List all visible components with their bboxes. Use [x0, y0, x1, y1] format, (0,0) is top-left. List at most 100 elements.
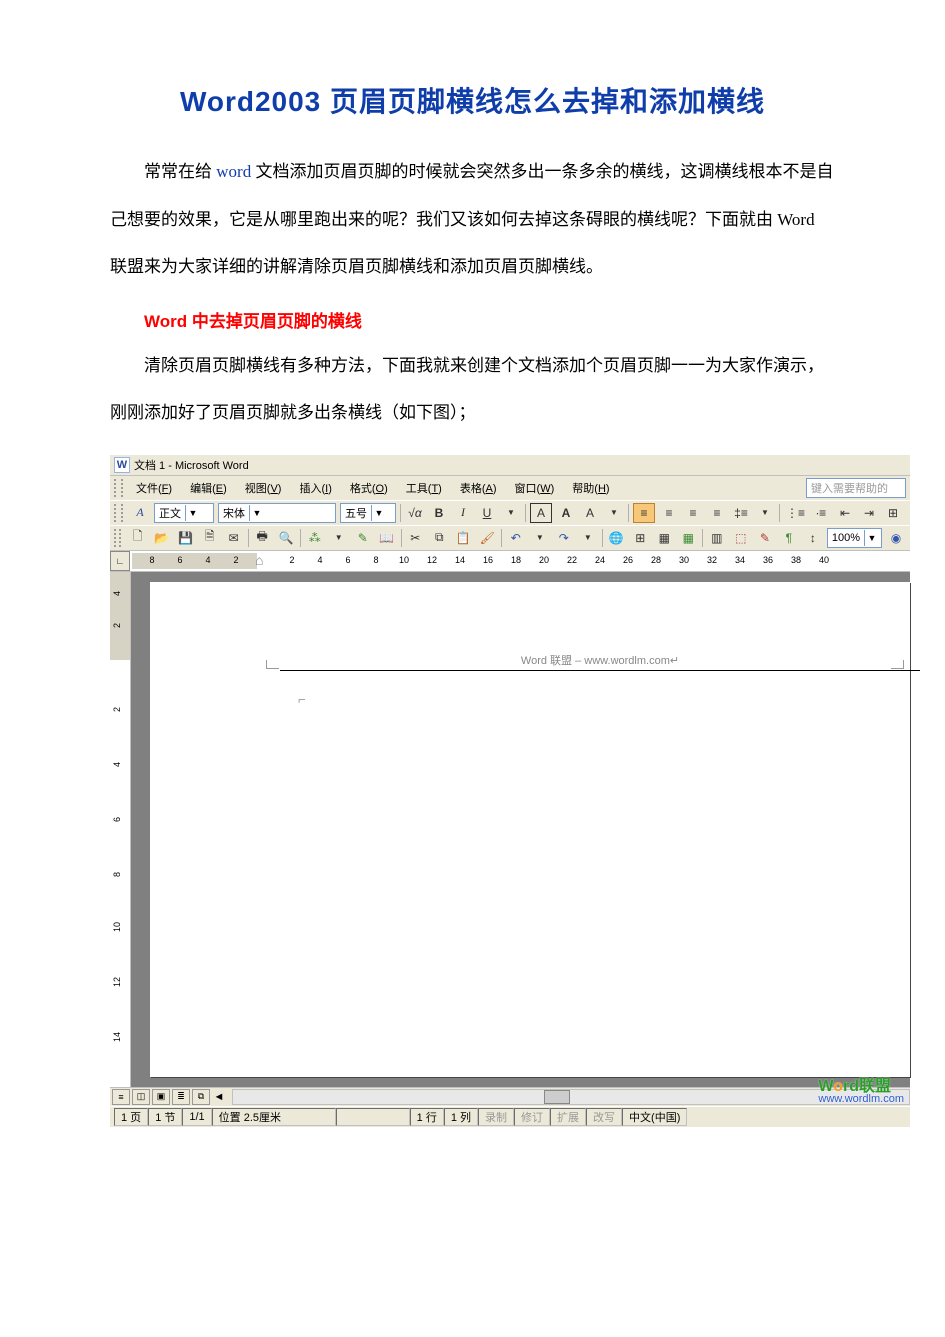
toolbar-grip[interactable]: [114, 504, 123, 522]
open-icon[interactable]: 📂: [152, 529, 172, 547]
chevron-down-icon[interactable]: ▼: [530, 529, 550, 547]
print-preview-icon[interactable]: 🔍: [276, 529, 296, 547]
ruler-tick: 8: [373, 555, 378, 565]
separator: [501, 529, 502, 547]
header-bracket-right: [891, 660, 904, 669]
format-painter-icon[interactable]: 🖌: [477, 529, 497, 547]
font-dropdown[interactable]: 宋体 ▼: [218, 503, 336, 523]
menu-insert[interactable]: 插入(I): [291, 478, 339, 498]
styles-pane-icon[interactable]: A: [130, 504, 150, 522]
help-search-box[interactable]: 键入需要帮助的: [806, 478, 906, 498]
help-icon[interactable]: ◉: [886, 529, 906, 547]
increase-indent-button[interactable]: ⇥: [859, 504, 879, 522]
status-language[interactable]: 中文(中国): [622, 1108, 687, 1126]
research-icon[interactable]: ✎: [353, 529, 373, 547]
indent-marker-icon[interactable]: ⌂: [255, 552, 263, 568]
print-layout-button[interactable]: ▣: [152, 1089, 170, 1105]
tables-borders-icon[interactable]: ⊞: [630, 529, 650, 547]
status-track[interactable]: 修订: [514, 1108, 550, 1126]
email-icon[interactable]: ✉: [224, 529, 244, 547]
chevron-down-icon[interactable]: ▼: [578, 529, 598, 547]
chevron-down-icon[interactable]: ▼: [185, 505, 200, 521]
status-position: 位置 2.5厘米: [212, 1108, 336, 1126]
horizontal-ruler[interactable]: ∟ 8 6 4 2 ⌂ 2 4 6 8 10 12 14 16 18 20: [110, 550, 910, 572]
undo-icon[interactable]: ↶: [506, 529, 526, 547]
ruler-tick: 4: [317, 555, 322, 565]
chevron-down-icon[interactable]: ▼: [371, 505, 386, 521]
menu-window[interactable]: 窗口(W): [507, 478, 563, 498]
align-center-button[interactable]: ≡: [659, 504, 679, 522]
paste-icon[interactable]: 📋: [453, 529, 473, 547]
hyperlink-icon[interactable]: 🌐: [606, 529, 626, 547]
ruler-track[interactable]: 8 6 4 2 ⌂ 2 4 6 8 10 12 14 16 18 20 22 2…: [132, 553, 910, 569]
status-extend[interactable]: 扩展: [550, 1108, 586, 1126]
print-icon[interactable]: 🖶: [252, 529, 272, 547]
italic-button[interactable]: I: [453, 504, 473, 522]
char-shading-icon[interactable]: A: [556, 504, 576, 522]
chevron-down-icon[interactable]: ▼: [249, 505, 264, 521]
view-strip: ≡ ◫ ▣ ≣ ⧉ ◄: [110, 1087, 910, 1106]
excel-icon[interactable]: ▦: [678, 529, 698, 547]
chevron-down-icon[interactable]: ▼: [755, 504, 775, 522]
copy-icon[interactable]: ⧉: [429, 529, 449, 547]
status-record[interactable]: 录制: [478, 1108, 514, 1126]
columns-icon[interactable]: ▥: [707, 529, 727, 547]
align-right-button[interactable]: ≡: [683, 504, 703, 522]
page-paper[interactable]: Word 联盟 – www.wordlm.com↵ ⌐: [150, 582, 910, 1077]
reading-layout-button[interactable]: ⧉: [192, 1089, 210, 1105]
menu-edit[interactable]: 编辑(E): [182, 478, 235, 498]
menu-table[interactable]: 表格(A): [452, 478, 505, 498]
bold-button[interactable]: B: [429, 504, 449, 522]
align-justify-button[interactable]: ≡: [707, 504, 727, 522]
insert-table-icon[interactable]: ▦: [654, 529, 674, 547]
ruler-tick: 26: [623, 555, 633, 565]
chevron-down-icon[interactable]: ▼: [501, 504, 521, 522]
tab-selector[interactable]: ∟: [110, 551, 130, 571]
cut-icon[interactable]: ✂: [405, 529, 425, 547]
vertical-ruler[interactable]: 4 2 2 4 6 8 10 12 14: [110, 572, 131, 1087]
redo-icon[interactable]: ↷: [554, 529, 574, 547]
menu-view[interactable]: 视图(V): [237, 478, 290, 498]
toolbar-grip[interactable]: [114, 529, 121, 547]
permission-icon[interactable]: 🗎: [200, 529, 220, 547]
drawing-icon[interactable]: ⬚: [731, 529, 751, 547]
ruler-tick: 30: [679, 555, 689, 565]
highlight-icon[interactable]: A: [580, 504, 600, 522]
phonetic-guide-icon[interactable]: √α: [405, 504, 425, 522]
underline-button[interactable]: U: [477, 504, 497, 522]
font-size-dropdown[interactable]: 五号 ▼: [340, 503, 396, 523]
toolbar-grip[interactable]: [114, 479, 123, 497]
menu-tools[interactable]: 工具(T): [398, 478, 450, 498]
outline-view-button[interactable]: ≣: [172, 1089, 190, 1105]
char-border-icon[interactable]: A: [530, 503, 552, 523]
normal-view-button[interactable]: ≡: [112, 1089, 130, 1105]
page-header-area[interactable]: Word 联盟 – www.wordlm.com↵: [280, 652, 890, 671]
chevron-down-icon[interactable]: ▼: [329, 529, 349, 547]
align-left-button[interactable]: ≡: [633, 503, 655, 523]
bullets-button[interactable]: ∙≡: [811, 504, 831, 522]
menu-format[interactable]: 格式(O): [342, 478, 396, 498]
ruler-icon[interactable]: ↕: [803, 529, 823, 547]
menu-help[interactable]: 帮助(H): [564, 478, 617, 498]
show-hide-icon[interactable]: ¶: [779, 529, 799, 547]
new-doc-icon[interactable]: 🗋: [128, 529, 148, 547]
save-icon[interactable]: 💾: [176, 529, 196, 547]
ruler-tick: 12: [427, 555, 437, 565]
zoom-dropdown[interactable]: 100% ▼: [827, 528, 882, 548]
doc-map-icon[interactable]: ✎: [755, 529, 775, 547]
borders-button[interactable]: ⊞: [883, 504, 903, 522]
style-dropdown[interactable]: 正文 ▼: [154, 503, 214, 523]
chevron-down-icon[interactable]: ▼: [604, 504, 624, 522]
status-overwrite[interactable]: 改写: [586, 1108, 622, 1126]
horizontal-scrollbar[interactable]: [232, 1089, 910, 1105]
spelling-icon[interactable]: ⁂: [305, 529, 325, 547]
web-layout-button[interactable]: ◫: [132, 1089, 150, 1105]
thesaurus-icon[interactable]: 📖: [377, 529, 397, 547]
line-spacing-button[interactable]: ‡≡: [731, 504, 751, 522]
numbering-button[interactable]: ⋮≡: [784, 504, 807, 522]
chevron-down-icon[interactable]: ▼: [864, 530, 879, 546]
scrollbar-thumb[interactable]: [544, 1090, 570, 1104]
decrease-indent-button[interactable]: ⇤: [835, 504, 855, 522]
menu-file[interactable]: 文件(F): [128, 478, 180, 498]
scroll-left-button[interactable]: ◄: [212, 1091, 226, 1103]
